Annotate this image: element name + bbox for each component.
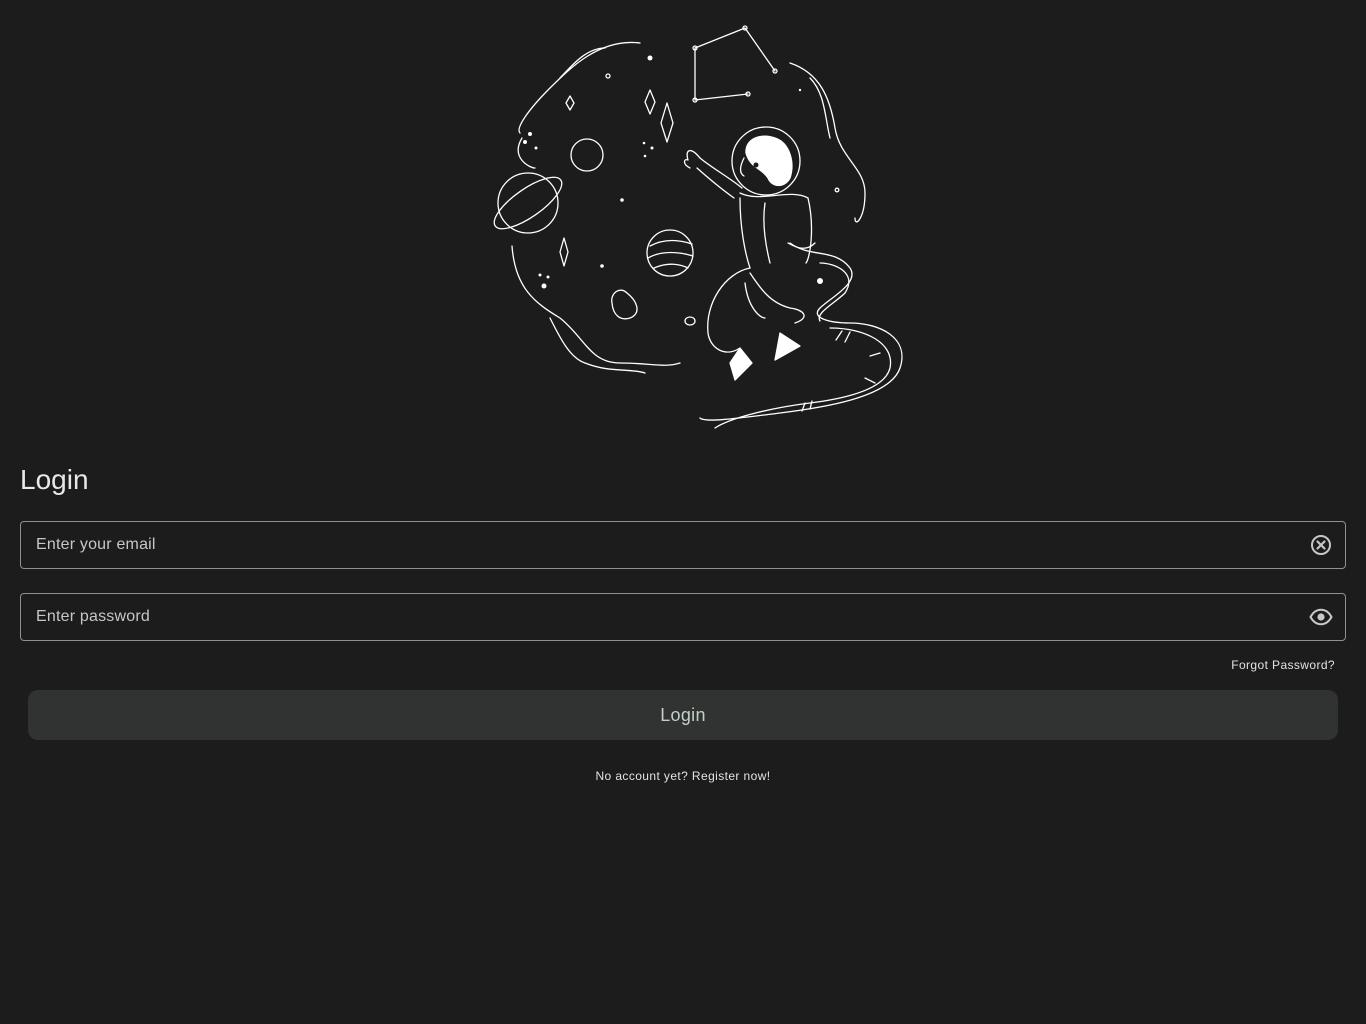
- password-input[interactable]: [21, 594, 1309, 640]
- password-field[interactable]: [20, 593, 1346, 641]
- register-link[interactable]: No account yet? Register now!: [0, 768, 1366, 784]
- email-field[interactable]: [20, 521, 1346, 569]
- email-input[interactable]: [21, 522, 1309, 568]
- eye-icon[interactable]: [1309, 605, 1333, 629]
- login-button[interactable]: Login: [28, 690, 1338, 740]
- clear-circle-icon[interactable]: [1309, 533, 1333, 557]
- astronaut-illustration: [490, 18, 910, 438]
- page-title: Login: [20, 464, 89, 495]
- forgot-password-link[interactable]: Forgot Password?: [1231, 657, 1335, 673]
- login-screen: Login Forgot Password? Login No account …: [0, 0, 1366, 1024]
